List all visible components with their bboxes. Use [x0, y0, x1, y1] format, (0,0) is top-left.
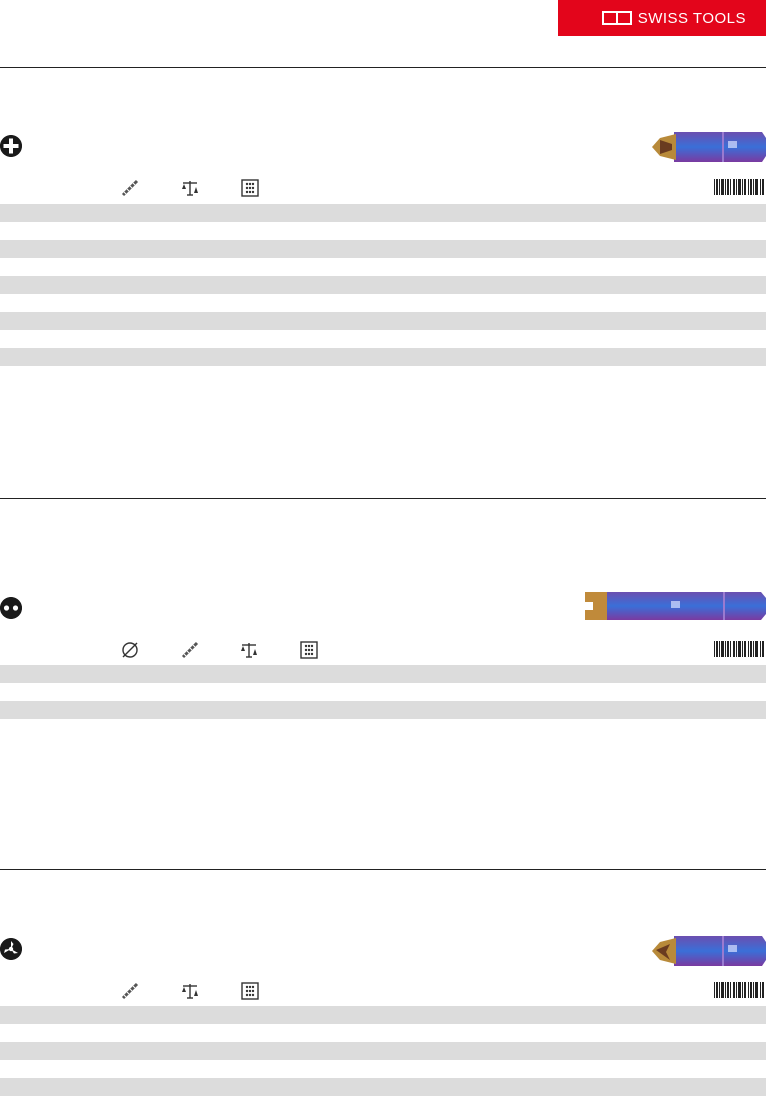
packaging-icon: [300, 641, 318, 659]
table-row: [0, 1078, 766, 1096]
spec-table: [0, 665, 766, 737]
table-row: [0, 276, 766, 294]
length-icon: [181, 641, 199, 659]
packaging-icon: [241, 982, 259, 1000]
table-row: [0, 701, 766, 719]
section-divider: [0, 498, 766, 499]
weight-icon: [182, 984, 198, 999]
brand-logo: SWISS TOOLS: [558, 0, 766, 36]
table-row: [0, 204, 766, 222]
section-divider: [0, 869, 766, 870]
section-divider: [0, 67, 766, 68]
column-header-row: [0, 177, 766, 199]
product-image-tri-wing-bit: [652, 936, 766, 966]
barcode-icon: [714, 179, 764, 195]
table-row: [0, 1042, 766, 1060]
length-icon: [121, 179, 139, 197]
column-header-row: [0, 980, 766, 1002]
diameter-icon: [122, 642, 138, 658]
packaging-icon: [241, 179, 259, 197]
table-row: [0, 665, 766, 683]
pb-logo-mark: [601, 11, 632, 25]
column-header-row: [0, 639, 766, 661]
spec-table: [0, 1006, 766, 1114]
phillips-cross-icon: [0, 135, 22, 157]
tri-wing-icon: [0, 938, 22, 960]
table-row: [0, 1006, 766, 1024]
product-image-phillips-bit: [652, 132, 766, 162]
length-icon: [121, 982, 139, 1000]
table-row: [0, 348, 766, 366]
spanner-two-hole-icon: [0, 597, 22, 619]
table-row: [0, 240, 766, 258]
barcode-icon: [714, 982, 764, 998]
barcode-icon: [714, 641, 764, 657]
brand-name: SWISS TOOLS: [637, 9, 746, 27]
product-image-spanner-bit: [585, 592, 766, 620]
table-row: [0, 312, 766, 330]
weight-icon: [182, 181, 198, 196]
weight-icon: [241, 643, 257, 658]
spec-table: [0, 204, 766, 384]
